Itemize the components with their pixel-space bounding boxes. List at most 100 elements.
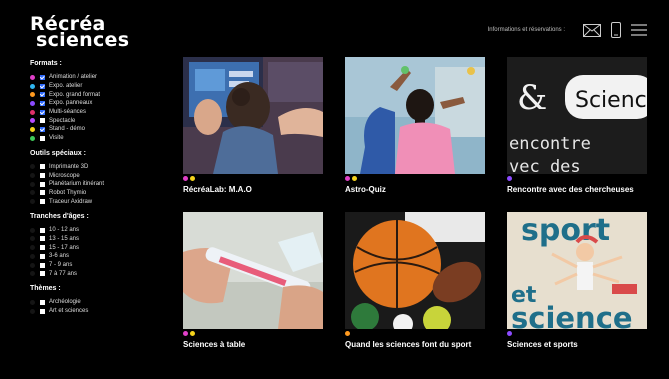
hamburger-menu-icon[interactable]: [631, 24, 647, 36]
filter-checkbox[interactable]: [40, 100, 45, 106]
filter-row[interactable]: Archéologie: [30, 298, 160, 307]
filter-row[interactable]: Multi-séances: [30, 108, 160, 117]
filter-checkbox[interactable]: [40, 173, 45, 179]
format-color-dot: [30, 83, 35, 89]
filter-label: Expo. grand format: [49, 91, 101, 98]
filter-row[interactable]: 7 - 9 ans: [30, 261, 160, 270]
filter-checkbox[interactable]: [40, 299, 45, 305]
filter-row[interactable]: Traceur Axidraw: [30, 197, 160, 206]
filter-checkbox[interactable]: [40, 126, 45, 132]
card-format-dots: [345, 176, 485, 182]
card-title[interactable]: Sciences à table: [183, 340, 323, 350]
header-actions: Informations et réservations :: [488, 22, 647, 38]
format-color-dot: [30, 126, 35, 132]
filter-checkbox[interactable]: [40, 271, 45, 277]
envelope-icon[interactable]: [583, 23, 601, 37]
filter-row[interactable]: Expo. atelier: [30, 82, 160, 91]
filter-checkbox[interactable]: [40, 135, 45, 141]
format-color-dot: [30, 299, 35, 305]
format-dot: [183, 176, 188, 181]
filter-row[interactable]: 15 - 17 ans: [30, 243, 160, 252]
filter-label: 7 - 9 ans: [49, 262, 73, 269]
filter-row[interactable]: Visite: [30, 134, 160, 143]
filter-checkbox[interactable]: [40, 236, 45, 242]
format-dot: [190, 331, 195, 336]
filter-checkbox[interactable]: [40, 83, 45, 89]
card-image[interactable]: [183, 57, 323, 174]
filter-checkbox[interactable]: [40, 74, 45, 80]
card-title[interactable]: Sciences et sports: [507, 340, 647, 350]
filter-row[interactable]: Expo. panneaux: [30, 99, 160, 108]
filter-checkbox[interactable]: [40, 92, 45, 98]
filter-checkbox[interactable]: [40, 181, 45, 187]
activity-card[interactable]: Sciences à table: [183, 212, 323, 350]
filter-checkbox[interactable]: [40, 253, 45, 259]
activity-card[interactable]: & Scienc encontre vec des Rencontre avec…: [507, 57, 647, 195]
card-image-text-3: vec des: [509, 157, 581, 174]
card-image[interactable]: [183, 212, 323, 329]
format-dot: [345, 331, 350, 336]
filter-checkbox[interactable]: [40, 109, 45, 115]
phone-icon[interactable]: [611, 22, 621, 38]
filter-row[interactable]: 10 - 12 ans: [30, 226, 160, 235]
filter-row[interactable]: Stand - démo: [30, 125, 160, 134]
activity-card[interactable]: Quand les sciences font du sport: [345, 212, 485, 350]
filter-row[interactable]: Robot Thymio: [30, 189, 160, 198]
filter-checkbox[interactable]: [40, 164, 45, 170]
filter-row[interactable]: Art et sciences: [30, 307, 160, 316]
filter-label: 7 à 77 ans: [49, 270, 78, 277]
filter-checkbox[interactable]: [40, 199, 45, 205]
card-format-dots: [507, 176, 647, 182]
format-color-dot: [30, 253, 35, 259]
filter-row[interactable]: Animation / atelier: [30, 73, 160, 82]
format-color-dot: [30, 164, 35, 170]
filter-checkbox[interactable]: [40, 262, 45, 268]
format-color-dot: [30, 190, 35, 196]
activity-card[interactable]: RécréaLab: M.A.O: [183, 57, 323, 195]
info-reservations-link[interactable]: Informations et réservations :: [488, 27, 565, 33]
filter-row[interactable]: 3-6 ans: [30, 252, 160, 261]
filter-row[interactable]: Microscope: [30, 171, 160, 180]
filter-checkbox[interactable]: [40, 227, 45, 233]
formats-list: Animation / atelier Expo. atelier Expo. gr…: [30, 73, 160, 143]
format-dot: [507, 176, 512, 181]
filter-checkbox[interactable]: [40, 190, 45, 196]
filter-label: 15 - 17 ans: [49, 244, 80, 251]
filter-label: Multi-séances: [49, 109, 87, 116]
card-format-dots: [183, 331, 323, 337]
filter-sidebar: Formats : Animation / atelier Expo. ateli…: [30, 60, 160, 322]
filter-checkbox[interactable]: [40, 308, 45, 314]
filter-row[interactable]: Imprimante 3D: [30, 163, 160, 172]
card-image[interactable]: [345, 212, 485, 329]
logo[interactable]: Récréa sciences: [30, 15, 129, 50]
format-color-dot: [30, 227, 35, 233]
card-image-text-2: encontre: [509, 134, 591, 154]
filter-row[interactable]: 13 - 15 ans: [30, 235, 160, 244]
card-title[interactable]: Astro-Quiz: [345, 185, 485, 195]
tools-title: Outils spéciaux :: [30, 149, 87, 157]
filter-label: Archéologie: [49, 299, 81, 306]
filter-checkbox[interactable]: [40, 118, 45, 124]
format-dot: [352, 176, 357, 181]
activity-card[interactable]: Astro-Quiz: [345, 57, 485, 195]
filter-label: Robot Thymio: [49, 189, 87, 196]
filter-row[interactable]: Spectacle: [30, 116, 160, 125]
card-title[interactable]: Rencontre avec des chercheuses: [507, 185, 647, 195]
card-title[interactable]: Quand les sciences font du sport: [345, 340, 485, 350]
card-image[interactable]: sport et science: [507, 212, 647, 329]
card-image[interactable]: [345, 57, 485, 174]
format-color-dot: [30, 181, 35, 187]
filter-label: 3-6 ans: [49, 253, 70, 260]
activity-card[interactable]: sport et science Sciences et sports: [507, 212, 647, 350]
card-image[interactable]: & Scienc encontre vec des: [507, 57, 647, 174]
format-dot: [190, 176, 195, 181]
filter-row[interactable]: 7 à 77 ans: [30, 269, 160, 278]
filter-label: Expo. atelier: [49, 83, 83, 90]
format-color-dot: [30, 271, 35, 277]
filter-checkbox[interactable]: [40, 245, 45, 251]
filter-row[interactable]: Planétarium itinérant: [30, 180, 160, 189]
filter-row[interactable]: Expo. grand format: [30, 90, 160, 99]
card-title[interactable]: RécréaLab: M.A.O: [183, 185, 323, 195]
format-dot: [345, 176, 350, 181]
format-color-dot: [30, 135, 35, 141]
